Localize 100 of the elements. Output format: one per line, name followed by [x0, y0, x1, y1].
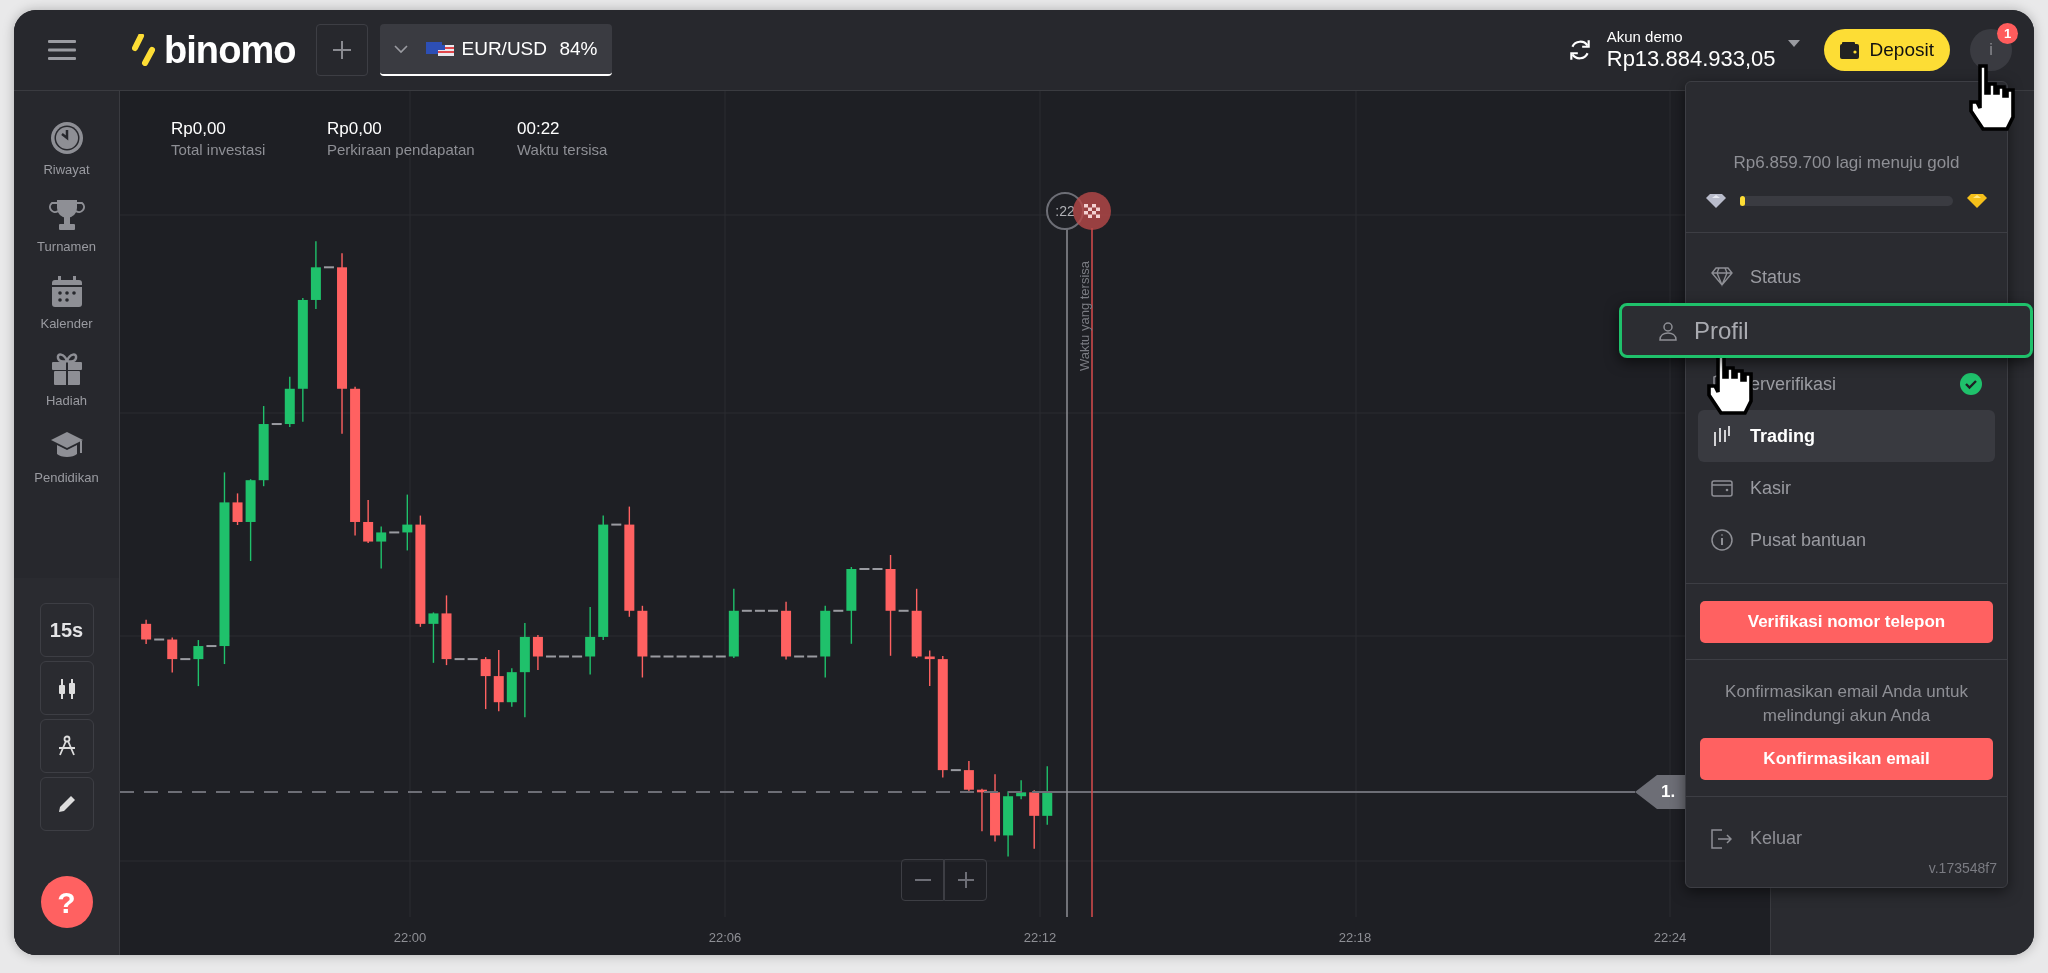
time-axis-label: 22:06 — [708, 929, 742, 947]
plus-icon — [331, 40, 352, 60]
sidebar-item[interactable]: Kalender — [16, 274, 117, 332]
candle — [715, 655, 726, 658]
payout-percent: 84% — [559, 36, 598, 61]
candle — [963, 760, 974, 794]
tool-button[interactable]: 15s — [39, 603, 94, 657]
candle — [1029, 789, 1040, 850]
logout-icon — [1710, 827, 1732, 850]
candle — [310, 240, 321, 310]
candle — [467, 658, 478, 661]
candle — [180, 658, 191, 661]
menu-icon — [48, 39, 76, 61]
minus-icon — [914, 879, 931, 881]
version-label: v.173548f7 — [1928, 859, 1997, 878]
confirm-email-button[interactable]: Konfirmasikan email — [1700, 738, 1993, 780]
finish-flag-icon — [1084, 204, 1100, 218]
menu-item[interactable]: Pusat bantuan — [1698, 514, 1995, 566]
candle — [546, 655, 556, 658]
candle — [193, 639, 204, 687]
candle — [376, 525, 387, 570]
candle — [702, 655, 713, 658]
candle — [585, 606, 596, 676]
candle — [428, 611, 439, 664]
candle — [271, 423, 282, 426]
time-axis-label: 22:18 — [1338, 929, 1372, 947]
status-progress-text: Rp6.859.700 lagi menuju gold — [1733, 152, 1960, 174]
candle — [532, 634, 543, 671]
candle — [807, 655, 818, 658]
account-balance: Rp13.884.933,05 — [1606, 46, 1776, 72]
logo-text: binomo — [164, 31, 296, 69]
sidebar-item[interactable]: Hadiah — [16, 351, 117, 409]
candle — [206, 645, 217, 648]
candle — [559, 655, 570, 658]
caret-down-icon — [1787, 40, 1800, 48]
candle — [676, 655, 687, 658]
candle — [167, 636, 178, 674]
stat-value: Rp0,00 — [171, 118, 227, 140]
candle — [950, 769, 961, 772]
flag-icon — [425, 42, 454, 56]
candle — [141, 619, 152, 645]
verify-phone-button[interactable]: Verifikasi nomor telepon — [1700, 601, 1993, 643]
menu-item[interactable]: Profil — [1619, 303, 2033, 358]
candle — [754, 609, 765, 612]
candle — [794, 655, 805, 658]
notification-badge: 1 — [1997, 23, 2018, 44]
deposit-button[interactable]: Deposit — [1823, 29, 1950, 71]
sidebar-item[interactable]: Riwayat — [16, 120, 117, 178]
sidebar-icon — [48, 197, 85, 233]
menu-item[interactable]: Kasir — [1698, 462, 1995, 514]
stat-label: Total investasi — [171, 140, 266, 160]
remaining-time-label: Waktu yang tersisa — [1076, 260, 1094, 372]
tool-button[interactable] — [39, 777, 94, 831]
sidebar-item[interactable]: Turnamen — [16, 197, 117, 255]
candle — [454, 658, 465, 661]
account-type-label: Akun demo — [1606, 28, 1684, 46]
candle — [650, 655, 661, 658]
menu-item[interactable]: Status — [1698, 251, 1995, 303]
add-asset-button[interactable] — [315, 24, 368, 76]
candle — [480, 656, 491, 710]
candle — [768, 609, 778, 612]
candle — [1016, 779, 1027, 800]
candle — [572, 655, 583, 658]
candle — [728, 588, 739, 659]
candle — [441, 594, 452, 666]
time-axis-label: 22:24 — [1653, 929, 1687, 947]
diamond-icon — [1706, 194, 1726, 208]
sidebar-item[interactable]: Pendidikan — [16, 428, 117, 486]
stat-label: Perkiraan pendapatan — [327, 140, 475, 160]
chevron-down-icon — [393, 44, 408, 54]
candle — [323, 266, 334, 269]
time-axis-label: 22:00 — [393, 929, 427, 947]
asset-selector[interactable]: EUR/USD 84% — [379, 24, 612, 76]
candle — [1003, 790, 1014, 858]
info-icon — [1710, 528, 1734, 552]
candle — [506, 667, 517, 708]
candle — [284, 376, 295, 428]
candle — [990, 773, 1000, 843]
zoom-in-button[interactable] — [944, 859, 987, 901]
tool-button[interactable] — [39, 719, 94, 773]
candle — [924, 649, 935, 687]
stat-value: Rp0,00 — [327, 118, 383, 140]
candle — [363, 499, 374, 544]
time-axis-label: 22:12 — [1023, 929, 1057, 947]
candle — [976, 788, 987, 833]
tool-button[interactable] — [39, 661, 94, 715]
diamond-icon — [1967, 194, 1987, 208]
wallet-icon — [1839, 41, 1860, 59]
candle — [898, 609, 909, 612]
email-notice: Konfirmasikan email Anda untuk melindungi akun Anda — [1724, 681, 1969, 727]
stat-value: 00:22 — [517, 118, 561, 140]
candle — [232, 492, 243, 526]
candle — [689, 655, 700, 658]
candle — [611, 523, 622, 526]
help-button[interactable]: ? — [40, 876, 93, 928]
logout-button[interactable]: Keluar — [1710, 825, 1983, 852]
candle — [741, 609, 752, 612]
candle — [911, 588, 922, 659]
plus-icon — [957, 872, 974, 888]
menu-item[interactable]: Trading — [1698, 410, 1995, 462]
